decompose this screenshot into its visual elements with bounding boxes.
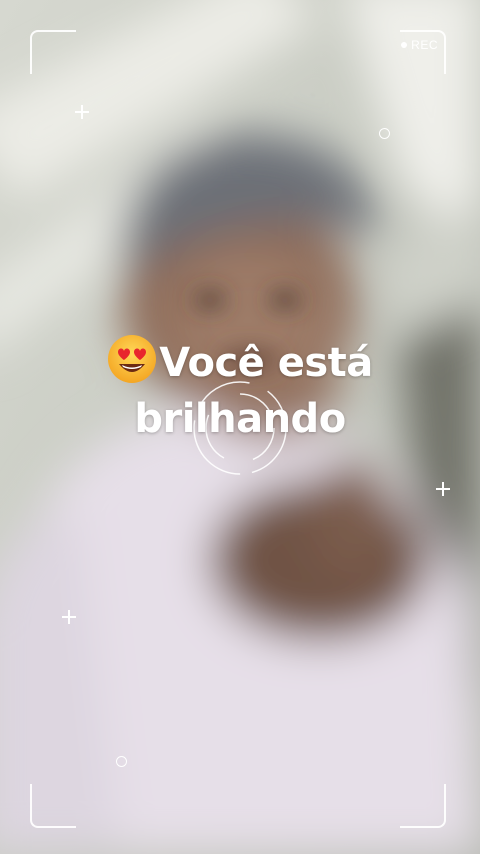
plus-sparkle-icon [436,482,450,496]
circle-sparkle-icon [379,128,390,139]
recording-dot-icon [401,42,408,48]
recording-label: REC [411,38,438,52]
caption-line-1: Você está [0,334,480,391]
heart-eyes-emoji-icon [108,335,157,383]
viewfinder-corner-bottom-right [400,784,446,828]
caption-line-1-text: Você está [159,340,373,386]
viewfinder-corner-bottom-left [30,784,76,828]
caption-text: Você está brilhando [0,334,480,447]
viewfinder-corner-top-left [30,30,76,74]
caption-line-2: brilhando [134,396,346,442]
circle-sparkle-icon [116,756,127,767]
viewfinder-corner-top-right [400,30,446,74]
plus-sparkle-icon [62,610,76,624]
recording-indicator: REC [401,38,438,52]
plus-sparkle-icon [75,105,89,119]
